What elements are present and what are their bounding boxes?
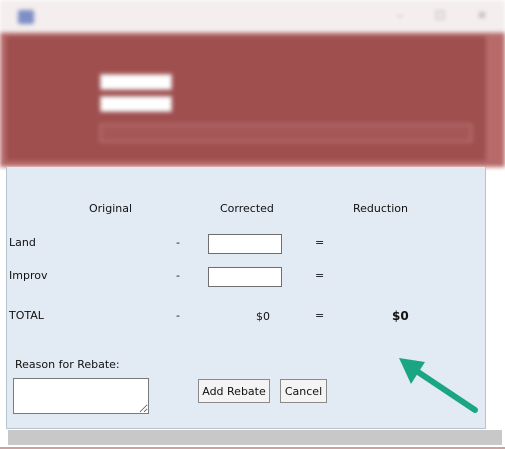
column-header-corrected: Corrected	[220, 202, 274, 215]
blurred-form-panel	[6, 36, 486, 161]
maximize-icon[interactable]: ☐	[432, 9, 448, 23]
total-label: TOTAL	[9, 309, 44, 322]
close-icon[interactable]: ✕	[474, 9, 490, 23]
total-equals: =	[315, 309, 325, 322]
improv-corrected-input[interactable]	[208, 267, 282, 287]
reason-input[interactable]	[13, 378, 149, 414]
total-reduction-value: $0	[392, 309, 409, 323]
land-corrected-input[interactable]	[208, 234, 282, 254]
column-header-original: Original	[89, 202, 133, 215]
land-minus: -	[176, 236, 180, 249]
land-equals: =	[315, 236, 325, 249]
blurred-input	[100, 74, 172, 90]
total-minus: -	[176, 309, 180, 322]
blurred-window: – ☐ ✕	[0, 0, 505, 167]
blurred-wide-field	[100, 124, 472, 142]
land-label: Land	[9, 236, 36, 249]
blurred-input	[100, 96, 172, 112]
status-bar	[8, 430, 502, 445]
improv-label: Improv	[9, 269, 48, 282]
add-rebate-button[interactable]: Add Rebate	[198, 379, 270, 403]
improv-minus: -	[176, 269, 180, 282]
minimize-icon[interactable]: –	[392, 9, 408, 23]
cancel-button[interactable]: Cancel	[280, 379, 327, 403]
total-corrected-value: $0	[256, 310, 270, 323]
improv-equals: =	[315, 269, 325, 282]
window-titlebar: – ☐ ✕	[0, 0, 505, 33]
arrow-up-left-icon	[399, 358, 478, 413]
column-header-reduction: Reduction	[353, 202, 408, 215]
rebate-dialog: Original Corrected Reduction Land - = Im…	[6, 167, 486, 429]
reason-label: Reason for Rebate:	[15, 358, 120, 371]
app-icon	[18, 10, 34, 24]
